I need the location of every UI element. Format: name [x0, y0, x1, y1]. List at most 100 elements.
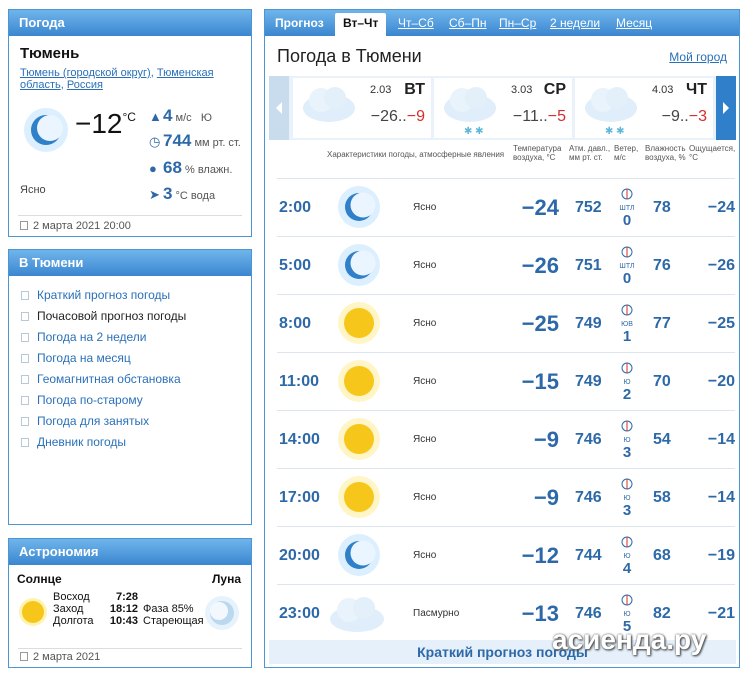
day-card-wed[interactable]: ✱ ✱ 3.03 СР −11..−5 — [434, 78, 572, 138]
row-humidity: 58 — [653, 489, 671, 506]
sun-label: Солнце — [17, 572, 62, 586]
col-wind: Ветер, м/с — [614, 144, 639, 162]
sun-icon — [337, 359, 381, 408]
wind-direction-icon — [621, 594, 633, 606]
page-title: Погода в Тюмени — [277, 46, 422, 66]
moon-icon — [337, 185, 381, 234]
forecast-row: 11:00 Ясно −15 749 Ю 2 70 −20 — [277, 352, 735, 410]
tab-forecast[interactable]: Прогноз — [275, 10, 324, 36]
row-time: 17:00 — [279, 489, 320, 506]
tab-month[interactable]: Месяц — [616, 10, 652, 36]
row-feels-like: −24 — [707, 199, 735, 216]
menu-item-geomagnetic[interactable]: Геомагнитная обстановка — [21, 369, 251, 390]
observation-time: 2 марта 2021 20:00 — [20, 220, 131, 232]
water-temp-stat: ➤ 3 °С вода — [149, 184, 216, 203]
menu-item-two-weeks[interactable]: Погода на 2 недели — [21, 327, 251, 348]
forecast-row: 14:00 Ясно −9 746 Ю 3 54 −14 — [277, 410, 735, 468]
moon-icon — [337, 533, 381, 582]
wind-direction-icon — [621, 304, 633, 316]
calendar-icon — [20, 221, 28, 230]
wind-stat: ▲4 м/с Ю — [149, 106, 212, 125]
day-of-week: ЧТ — [685, 81, 707, 98]
astronomy-header: Астрономия — [9, 539, 251, 565]
forecast-row: 8:00 Ясно −25 749 ЮВ 1 77 −25 — [277, 294, 735, 352]
tab-thu-sat[interactable]: Чт–Сб — [398, 10, 434, 36]
tab-tue-thu: Вт–Чт — [335, 13, 387, 36]
row-wind-speed: 3 — [622, 502, 632, 519]
day-of-week: СР — [543, 81, 566, 98]
carousel-prev-button[interactable] — [269, 76, 289, 140]
row-time: 23:00 — [279, 605, 320, 622]
row-wind: ШТЛ 0 — [617, 187, 637, 228]
row-condition: Ясно — [413, 376, 437, 387]
current-condition: Ясно — [20, 184, 46, 196]
forecast-table-header: Характеристики погоды, атмосферные явлен… — [265, 140, 741, 170]
bullet-icon — [21, 354, 29, 363]
row-temperature: −13 — [521, 601, 559, 626]
row-humidity: 54 — [653, 431, 671, 448]
current-weather-panel: Погода Тюмень Тюмень (городской округ), … — [8, 9, 252, 237]
row-wind: Ю4 — [617, 535, 637, 576]
row-time: 20:00 — [279, 547, 320, 564]
region-link-district[interactable]: Тюмень (городской округ) — [20, 67, 151, 79]
row-temperature: −24 — [521, 195, 559, 220]
forecast-row: 17:00 Ясно −9 746 Ю 3 58 −14 — [277, 468, 735, 526]
forecast-row: 5:00 Ясно −26 751 ШТЛ 0 76 −26 — [277, 236, 735, 294]
menu-item-diary[interactable]: Дневник погоды — [21, 432, 251, 453]
row-humidity: 70 — [653, 373, 671, 390]
row-condition: Ясно — [413, 434, 437, 445]
row-time: 8:00 — [279, 315, 312, 332]
menu-item-busy[interactable]: Погода для занятых — [21, 411, 251, 432]
forecast-panel: Прогноз Вт–Чт Чт–Сб Сб–Пн Пн–Ср 2 недели… — [264, 9, 740, 668]
tab-mon-wed[interactable]: Пн–Ср — [499, 10, 536, 36]
carousel-next-button[interactable] — [716, 76, 736, 140]
moon-icon — [337, 243, 381, 292]
sun-icon — [337, 475, 381, 524]
city-menu-header: В Тюмени — [9, 250, 251, 276]
humidity-stat: ● 68 % влажн. — [149, 158, 233, 177]
menu-item-month[interactable]: Погода на месяц — [21, 348, 251, 369]
row-pressure: 749 — [575, 315, 602, 332]
row-wind: Ю3 — [617, 477, 637, 518]
day-date: 2.03 — [370, 84, 392, 96]
row-temperature: −9 — [533, 485, 559, 510]
day-card-tue[interactable]: 2.03 ВТ −26..−9 — [293, 78, 431, 138]
wind-direction-icon — [621, 246, 633, 258]
svg-text:✱ ✱: ✱ ✱ — [464, 126, 484, 137]
row-wind-speed: 0 — [622, 212, 632, 229]
row-pressure: 749 — [575, 373, 602, 390]
region-link-country[interactable]: Россия — [67, 79, 103, 91]
sun-icon — [18, 597, 48, 632]
period-tabs: Прогноз Вт–Чт Чт–Сб Сб–Пн Пн–Ср 2 недели… — [265, 10, 739, 36]
row-condition: Пасмурно — [413, 608, 460, 619]
current-weather-header: Погода — [9, 10, 251, 36]
day-date: 3.03 — [511, 84, 533, 96]
row-condition: Ясно — [413, 260, 437, 271]
row-humidity: 78 — [653, 199, 671, 216]
row-pressure: 752 — [575, 199, 602, 216]
moon-label: Луна — [211, 572, 241, 586]
cloud-icon — [297, 82, 357, 131]
wind-direction-icon — [621, 420, 633, 432]
my-city-link[interactable]: Мой город — [669, 50, 727, 64]
bullet-icon — [21, 312, 29, 321]
wind-direction-icon — [621, 536, 633, 548]
tab-two-weeks[interactable]: 2 недели — [550, 10, 600, 36]
row-feels-like: −14 — [707, 431, 735, 448]
menu-item-old-style[interactable]: Погода по-старому — [21, 390, 251, 411]
col-humidity: Влажность воздуха, % — [645, 144, 686, 162]
row-condition: Ясно — [413, 202, 437, 213]
forecast-row: 20:00 Ясно −12 744 Ю 4 68 −19 — [277, 526, 735, 584]
tab-sat-mon[interactable]: Сб–Пн — [449, 10, 486, 36]
row-wind-speed: 4 — [622, 560, 632, 577]
menu-item-short-forecast[interactable]: Краткий прогноз погоды — [21, 285, 251, 306]
col-temperature: Температура воздуха, °С — [513, 144, 562, 162]
bullet-icon — [21, 333, 29, 342]
row-feels-like: −25 — [707, 315, 735, 332]
watermark: асиенда.ру — [552, 624, 707, 655]
day-card-thu[interactable]: ✱ ✱ 4.03 ЧТ −9..−3 — [575, 78, 713, 138]
astronomy-panel: Астрономия Солнце Луна Восход 7:28 Заход 1… — [8, 538, 252, 668]
bullet-icon — [21, 417, 29, 426]
row-time: 11:00 — [279, 373, 320, 390]
row-pressure: 751 — [575, 257, 602, 274]
